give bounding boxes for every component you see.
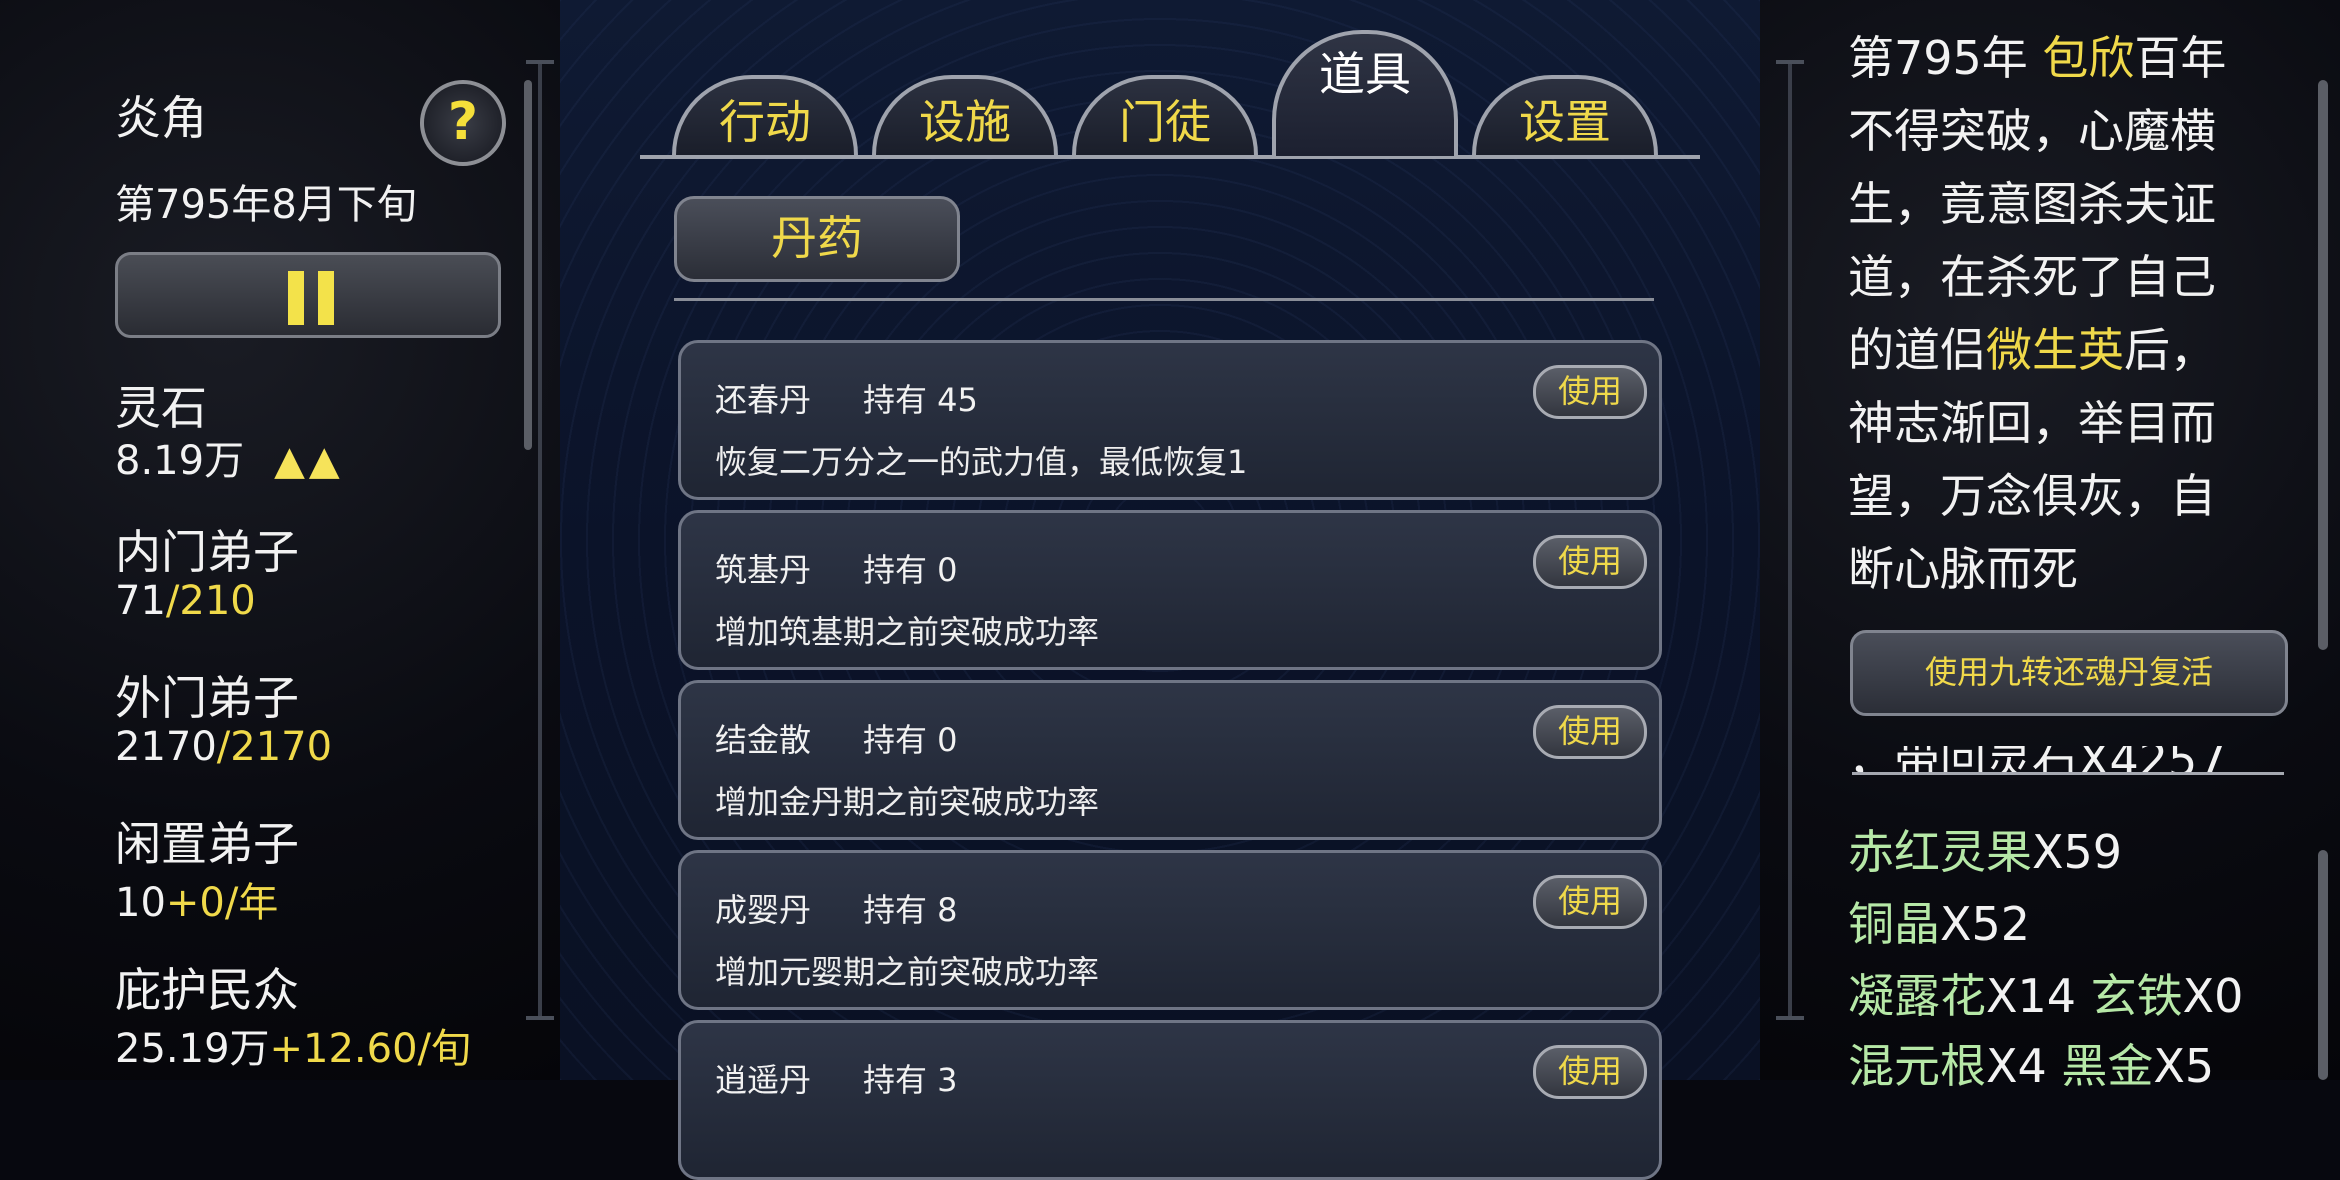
idle-disciples-label: 闲置弟子 (115, 817, 299, 871)
spirit-stone-value: 8.19万 ▲▲ (115, 438, 344, 484)
item-description: 增加金丹期之前突破成功率 (715, 783, 1100, 821)
item-name: 筑基丹 (715, 551, 812, 589)
character-name[interactable]: 包欣 (2042, 31, 2134, 85)
tab-actions[interactable]: 行动 (672, 75, 858, 155)
item-description: 增加元婴期之前突破成功率 (715, 953, 1100, 991)
outer-disciples-value: 2170/2170 (115, 724, 333, 770)
loot-line: 混元根X4 黑金X5 (1848, 1039, 2215, 1093)
increase-arrows-icon: ▲▲ (274, 438, 344, 484)
loot-log-scrollbar[interactable] (2318, 850, 2328, 1080)
game-date: 第795年8月下旬 (115, 182, 417, 228)
loot-line: 凝露花X14 玄铁X0 (1848, 969, 2244, 1023)
item-card: 筑基丹 持有 0 增加筑基期之前突破成功率 使用 (678, 510, 1662, 670)
log-line: 的道侣微生英后， (1848, 323, 2216, 377)
pause-button[interactable] (115, 252, 501, 338)
item-card: 还春丹 持有 45 恢复二万分之一的武力值，最低恢复1 使用 (678, 340, 1662, 500)
item-card: 逍遥丹 持有 3 使用 (678, 1020, 1662, 1180)
item-name: 结金散 (715, 721, 812, 759)
pause-icon (288, 271, 304, 325)
item-count: 持有 0 (863, 551, 958, 589)
loot-line: 铜晶X52 (1848, 897, 2031, 951)
loot-line-partial: ，带回灵石X4257 (1848, 746, 2227, 774)
sheltered-people-value: 25.19万+12.60/旬 (115, 1026, 472, 1072)
item-count: 持有 8 (863, 891, 958, 929)
log-line: 断心脉而死 (1848, 542, 2078, 596)
tab-disciples[interactable]: 门徒 (1072, 75, 1258, 155)
help-icon[interactable]: ? (420, 80, 506, 166)
item-description: 增加筑基期之前突破成功率 (715, 613, 1100, 651)
use-button[interactable]: 使用 (1533, 705, 1647, 759)
item-name: 还春丹 (715, 381, 812, 419)
section-divider (674, 298, 1654, 301)
item-name: 逍遥丹 (715, 1061, 812, 1099)
idle-disciples-value: 10+0/年 (115, 880, 279, 926)
character-name[interactable]: 微生英 (1986, 323, 2124, 377)
tab-items[interactable]: 道具 (1272, 30, 1458, 156)
pause-icon (318, 271, 334, 325)
item-count: 持有 45 (863, 381, 978, 419)
revive-button[interactable]: 使用九转还魂丹复活 (1850, 630, 2288, 716)
tab-settings[interactable]: 设置 (1472, 75, 1658, 155)
event-log-text: 第795年 包欣百年 不得突破，心魔横 生，竟意图杀夫证 道，在杀死了自己 的道… (1848, 22, 2288, 606)
item-count: 持有 3 (863, 1061, 958, 1099)
sect-name: 炎角 (115, 91, 207, 145)
item-count: 持有 0 (863, 721, 958, 759)
item-description: 恢复二万分之一的武力值，最低恢复1 (715, 443, 1248, 481)
left-divider (526, 60, 554, 1020)
event-log-scrollbar[interactable] (2318, 80, 2328, 650)
item-name: 成婴丹 (715, 891, 812, 929)
log-line: 不得突破，心魔横 (1848, 104, 2216, 158)
use-button[interactable]: 使用 (1533, 365, 1647, 419)
inner-disciples-label: 内门弟子 (115, 525, 299, 579)
log-line: 第795年 包欣百年 (1848, 31, 2227, 85)
loot-line: 赤红灵果X59 (1848, 825, 2123, 879)
item-card: 成婴丹 持有 8 增加元婴期之前突破成功率 使用 (678, 850, 1662, 1010)
log-line: 生，竟意图杀夫证 (1848, 177, 2216, 231)
sheltered-people-label: 庇护民众 (115, 963, 299, 1017)
main-tabs: 行动 设施 门徒 道具 设置 (640, 20, 1700, 180)
pills-category-button[interactable]: 丹药 (674, 196, 960, 282)
log-line: 神志渐回，举目而 (1848, 396, 2216, 450)
left-panel-scrollbar[interactable] (524, 80, 532, 450)
use-button[interactable]: 使用 (1533, 535, 1647, 589)
outer-disciples-label: 外门弟子 (115, 671, 299, 725)
use-button[interactable]: 使用 (1533, 1045, 1647, 1099)
log-line: 望，万念俱灰，自 (1848, 469, 2216, 523)
inner-disciples-value: 71/210 (115, 578, 256, 624)
item-card: 结金散 持有 0 增加金丹期之前突破成功率 使用 (678, 680, 1662, 840)
use-button[interactable]: 使用 (1533, 875, 1647, 929)
right-divider (1776, 60, 1804, 1020)
tab-facilities[interactable]: 设施 (872, 75, 1058, 155)
log-separator (1852, 772, 2284, 775)
log-line: 道，在杀死了自己 (1848, 250, 2216, 304)
